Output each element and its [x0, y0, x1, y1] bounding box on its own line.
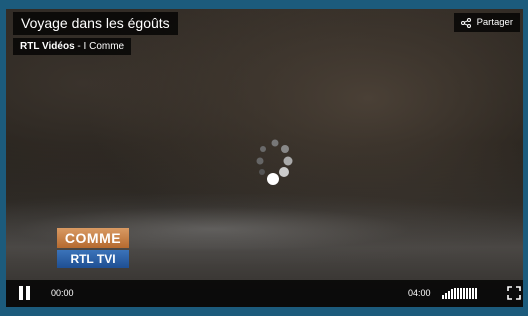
share-label: Partager	[476, 17, 513, 28]
share-icon	[460, 17, 471, 28]
channel-logo: COMME RTL TVI	[57, 228, 131, 272]
loading-spinner-icon	[256, 139, 293, 185]
video-source[interactable]: RTL Vidéos - I Comme	[13, 38, 132, 55]
program-label: I Comme	[83, 41, 125, 52]
logo-top: COMME	[57, 228, 129, 248]
volume-icon[interactable]	[442, 287, 477, 299]
control-bar: 00:00 04:00	[6, 280, 523, 307]
source-label: RTL Vidéos	[20, 41, 75, 52]
duration: 04:00	[408, 288, 431, 298]
logo-bottom: RTL TVI	[57, 250, 129, 268]
current-time: 00:00	[51, 288, 74, 298]
pause-icon[interactable]	[18, 286, 32, 300]
video-title[interactable]: Voyage dans les égoûts	[13, 12, 178, 35]
share-button[interactable]: Partager	[453, 13, 520, 32]
fullscreen-icon[interactable]	[507, 286, 521, 300]
source-separator: -	[74, 41, 84, 52]
